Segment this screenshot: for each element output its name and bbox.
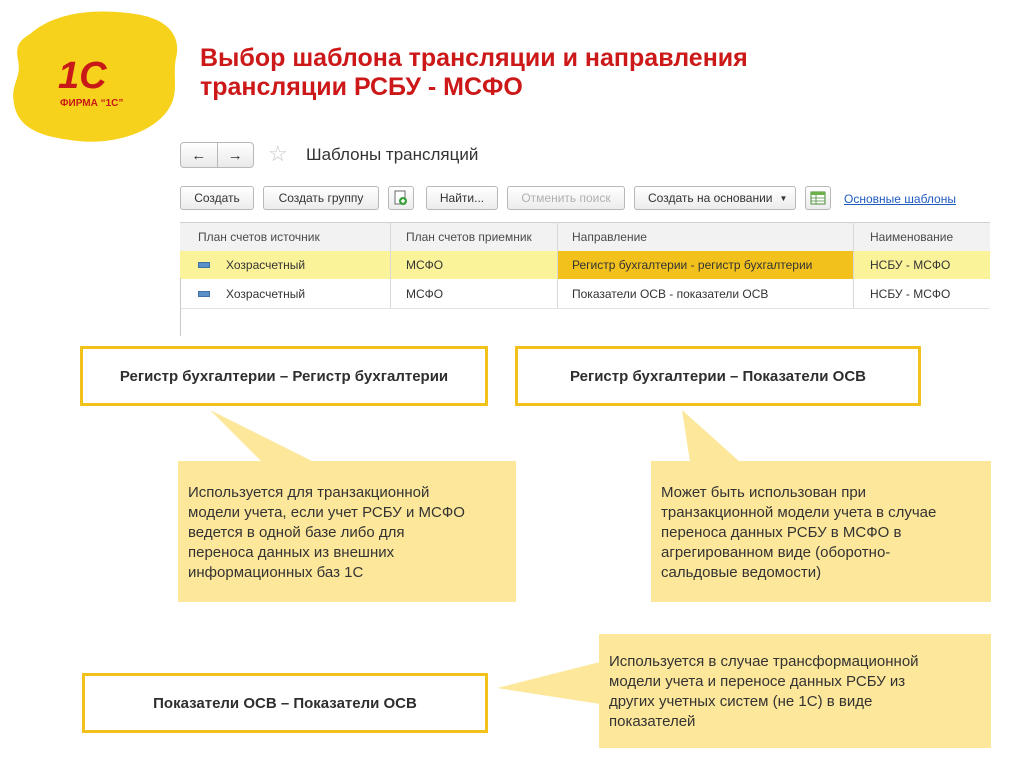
note-line: информационных баз 1С bbox=[188, 564, 364, 581]
callout-register-register: Регистр бухгалтерии – Регистр бухгалтери… bbox=[80, 346, 488, 406]
note-line: переноса данных РСБУ в МСФО в bbox=[661, 524, 902, 541]
callout-tail-reg-osv bbox=[682, 410, 740, 462]
callout-tail-osv-osv bbox=[497, 662, 600, 704]
note-line: показателей bbox=[609, 713, 696, 730]
note-line: ведется в одной базе либо для bbox=[188, 524, 405, 541]
note-register-osv: Может быть использован при транзакционно… bbox=[651, 461, 991, 602]
note-line: сальдовые ведомости) bbox=[661, 564, 822, 581]
note-osv-osv: Используется в случае трансформационной … bbox=[599, 634, 991, 748]
note-line: Используется в случае трансформационной bbox=[609, 653, 919, 670]
note-line: транзакционной модели учета в случае bbox=[661, 504, 937, 521]
note-line: агрегированном виде (оборотно- bbox=[661, 544, 891, 561]
note-line: модели учета и переносе данных РСБУ из bbox=[609, 673, 906, 690]
callout-register-osv: Регистр бухгалтерии – Показатели ОСВ bbox=[515, 346, 921, 406]
note-line: других учетных систем (не 1С) в виде bbox=[609, 693, 873, 710]
note-register-register: Используется для транзакционной модели у… bbox=[178, 461, 516, 602]
note-line: Используется для транзакционной bbox=[188, 484, 430, 501]
note-line: Может быть использован при bbox=[661, 484, 867, 501]
note-line: переноса данных из внешних bbox=[188, 544, 395, 561]
note-line: модели учета, если учет РСБУ и МСФО bbox=[188, 504, 465, 521]
callout-osv-osv: Показатели ОСВ – Показатели ОСВ bbox=[82, 673, 488, 733]
callout-tail-reg-reg bbox=[210, 410, 314, 462]
